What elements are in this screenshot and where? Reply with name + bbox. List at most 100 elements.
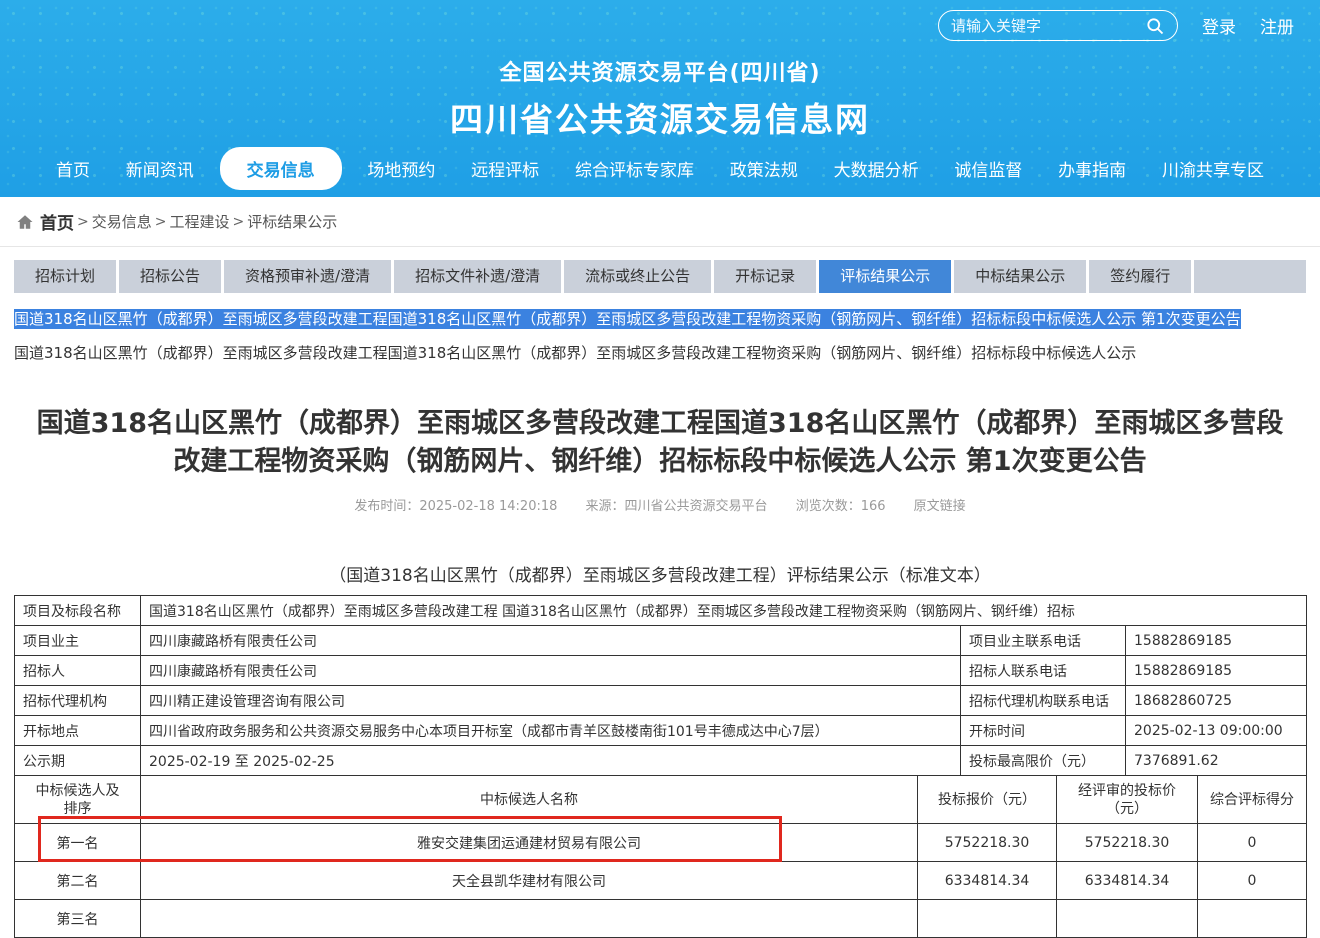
table-row: 招标代理机构 四川精正建设管理咨询有限公司 招标代理机构联系电话 1868286… (15, 686, 1307, 716)
label-cell: 招标人联系电话 (961, 656, 1126, 686)
nav-item-home[interactable]: 首页 (46, 148, 100, 189)
value-cell: 四川省政府政务服务和公共资源交易服务中心本项目开标室（成都市青羊区鼓楼南街101… (141, 716, 961, 746)
nav-item-policies[interactable]: 政策法规 (720, 148, 808, 189)
breadcrumb-home[interactable]: 首页 (40, 209, 74, 234)
search-input[interactable] (951, 17, 1145, 35)
tab-bid-doc-addendum[interactable]: 招标文件补遗/澄清 (394, 260, 561, 293)
tab-prequalification-addendum[interactable]: 资格预审补遗/澄清 (224, 260, 391, 293)
article-meta: 发布时间：2025-02-18 14:20:18 来源：四川省公共资源交易平台 … (0, 495, 1320, 514)
breadcrumb-separator: > (77, 214, 89, 230)
login-link[interactable]: 登录 (1202, 13, 1236, 38)
bid-cell: 6334814.34 (918, 862, 1057, 900)
breadcrumb-trade-info[interactable]: 交易信息 (92, 211, 152, 232)
home-icon[interactable] (16, 213, 34, 231)
rank-cell: 第三名 (15, 900, 141, 938)
label-cell: 项目业主 (15, 626, 141, 656)
search-icon[interactable] (1145, 16, 1165, 36)
nav-item-remote-evaluation[interactable]: 远程评标 (461, 148, 549, 189)
tab-bar-filler (1194, 260, 1306, 293)
header-reviewed: 经评审的投标价（元） (1057, 776, 1198, 824)
announcement-link-selected[interactable]: 国道318名山区黑竹（成都界）至雨城区多营段改建工程国道318名山区黑竹（成都界… (14, 308, 1306, 331)
breadcrumb-engineering[interactable]: 工程建设 (169, 211, 229, 232)
table-row: 项目及标段名称 国道318名山区黑竹（成都界）至雨城区多营段改建工程 国道318… (15, 596, 1307, 626)
score-cell: 0 (1198, 824, 1307, 862)
reviewed-cell: 5752218.30 (1057, 824, 1198, 862)
tab-bidding-plan[interactable]: 招标计划 (14, 260, 116, 293)
selected-text[interactable]: 国道318名山区黑竹（成都界）至雨城区多营段改建工程国道318名山区黑竹（成都界… (14, 309, 1241, 329)
header-name: 中标候选人名称 (141, 776, 918, 824)
candidate-row-1: 第一名 雅安交建集团运通建材贸易有限公司 5752218.30 5752218.… (15, 824, 1307, 862)
candidate-name-cell (141, 900, 918, 938)
nav-item-chuanyu-zone[interactable]: 川渝共享专区 (1152, 148, 1274, 189)
candidates-table: 中标候选人及排序 中标候选人名称 投标报价（元） 经评审的投标价（元） 综合评标… (14, 775, 1307, 938)
view-count: 浏览次数：166 (796, 499, 886, 514)
label-cell: 开标地点 (15, 716, 141, 746)
header-score: 综合评标得分 (1198, 776, 1307, 824)
source: 来源：四川省公共资源交易平台 (586, 499, 768, 514)
label-cell: 招标代理机构联系电话 (961, 686, 1126, 716)
candidate-row-2: 第二名 天全县凯华建材有限公司 6334814.34 6334814.34 0 (15, 862, 1307, 900)
breadcrumb-evaluation-result[interactable]: 评标结果公示 (247, 211, 337, 232)
reviewed-cell: 6334814.34 (1057, 862, 1198, 900)
nav-item-integrity[interactable]: 诚信监督 (944, 148, 1032, 189)
reviewed-cell (1057, 900, 1198, 938)
tab-bidding-announcement[interactable]: 招标公告 (119, 260, 221, 293)
value-cell: 18682860725 (1126, 686, 1307, 716)
bid-cell: 5752218.30 (918, 824, 1057, 862)
breadcrumb-separator: > (155, 214, 167, 230)
bid-cell (918, 900, 1057, 938)
search-box[interactable] (938, 10, 1178, 41)
value-cell: 7376891.62 (1126, 746, 1307, 776)
table-row: 开标地点 四川省政府政务服务和公共资源交易服务中心本项目开标室（成都市青羊区鼓楼… (15, 716, 1307, 746)
announcement-link[interactable]: 国道318名山区黑竹（成都界）至雨城区多营段改建工程国道318名山区黑竹（成都界… (14, 342, 1306, 363)
nav-item-expert-pool[interactable]: 综合评标专家库 (565, 148, 704, 189)
nav-item-big-data[interactable]: 大数据分析 (824, 148, 929, 189)
project-info-table: 项目及标段名称 国道318名山区黑竹（成都界）至雨城区多营段改建工程 国道318… (14, 595, 1307, 776)
tab-bar: 招标计划 招标公告 资格预审补遗/澄清 招标文件补遗/澄清 流标或终止公告 开标… (14, 260, 1306, 293)
candidate-row-3: 第三名 (15, 900, 1307, 938)
label-cell: 公示期 (15, 746, 141, 776)
value-cell: 四川精正建设管理咨询有限公司 (141, 686, 961, 716)
nav-item-news[interactable]: 新闻资讯 (116, 148, 204, 189)
label-cell: 开标时间 (961, 716, 1126, 746)
value-cell: 15882869185 (1126, 656, 1307, 686)
score-cell (1198, 900, 1307, 938)
value-cell: 15882869185 (1126, 626, 1307, 656)
table-row: 公示期 2025-02-19 至 2025-02-25 投标最高限价（元） 73… (15, 746, 1307, 776)
score-cell: 0 (1198, 862, 1307, 900)
site-header: 登录 注册 全国公共资源交易平台(四川省) 四川省公共资源交易信息网 首页 新闻… (0, 0, 1320, 197)
value-cell: 2025-02-13 09:00:00 (1126, 716, 1307, 746)
header-bid: 投标报价（元） (918, 776, 1057, 824)
platform-title: 全国公共资源交易平台(四川省) (0, 55, 1320, 87)
breadcrumb-separator: > (233, 214, 245, 230)
header-top-bar: 登录 注册 (938, 10, 1294, 41)
rank-cell: 第二名 (15, 862, 141, 900)
nav-item-trade-info[interactable]: 交易信息 (220, 147, 342, 190)
breadcrumb: 首页 > 交易信息 > 工程建设 > 评标结果公示 (0, 197, 1320, 247)
value-cell: 四川康藏路桥有限责任公司 (141, 626, 961, 656)
site-title: 四川省公共资源交易信息网 (0, 93, 1320, 141)
rank-cell: 第一名 (15, 824, 141, 862)
table-row: 项目业主 四川康藏路桥有限责任公司 项目业主联系电话 15882869185 (15, 626, 1307, 656)
nav-item-venue-booking[interactable]: 场地预约 (357, 148, 445, 189)
label-cell: 项目及标段名称 (15, 596, 141, 626)
tab-contract-performance[interactable]: 签约履行 (1089, 260, 1191, 293)
register-link[interactable]: 注册 (1260, 13, 1294, 38)
label-cell: 投标最高限价（元） (961, 746, 1126, 776)
publish-time: 发布时间：2025-02-18 14:20:18 (354, 499, 557, 514)
tab-failed-terminated[interactable]: 流标或终止公告 (564, 260, 711, 293)
tab-bid-opening-record[interactable]: 开标记录 (714, 260, 816, 293)
page-title: 国道318名山区黑竹（成都界）至雨城区多营段改建工程国道318名山区黑竹（成都界… (25, 405, 1295, 481)
tab-evaluation-result[interactable]: 评标结果公示 (819, 260, 951, 293)
table-caption: （国道318名山区黑竹（成都界）至雨城区多营段改建工程）评标结果公示（标准文本） (0, 561, 1320, 586)
candidate-name-cell: 雅安交建集团运通建材贸易有限公司 (141, 824, 918, 862)
label-cell: 项目业主联系电话 (961, 626, 1126, 656)
tab-winning-result[interactable]: 中标结果公示 (954, 260, 1086, 293)
value-cell: 国道318名山区黑竹（成都界）至雨城区多营段改建工程 国道318名山区黑竹（成都… (141, 596, 1307, 626)
nav-item-guide[interactable]: 办事指南 (1048, 148, 1136, 189)
original-link[interactable]: 原文链接 (914, 499, 966, 514)
value-cell: 四川康藏路桥有限责任公司 (141, 656, 961, 686)
main-nav: 首页 新闻资讯 交易信息 场地预约 远程评标 综合评标专家库 政策法规 大数据分… (0, 147, 1320, 189)
candidates-header-row: 中标候选人及排序 中标候选人名称 投标报价（元） 经评审的投标价（元） 综合评标… (15, 776, 1307, 824)
label-cell: 招标代理机构 (15, 686, 141, 716)
